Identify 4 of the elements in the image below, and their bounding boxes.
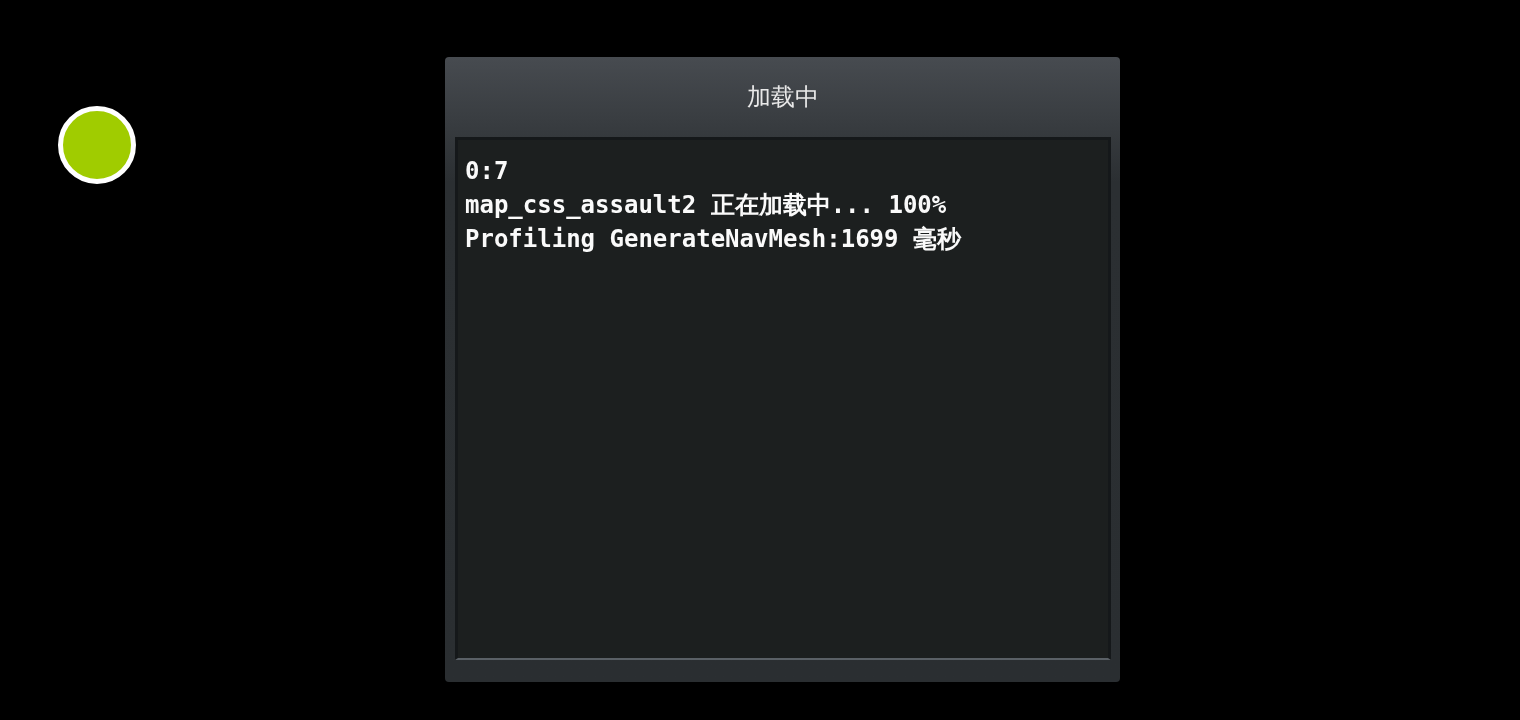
log-line: Profiling GenerateNavMesh:1699 毫秒 <box>465 224 961 255</box>
log-line: map_css_assault2 正在加载中... 100% <box>465 190 947 221</box>
log-line: 0:7 <box>465 156 509 187</box>
dialog-title: 加载中 <box>747 82 819 113</box>
